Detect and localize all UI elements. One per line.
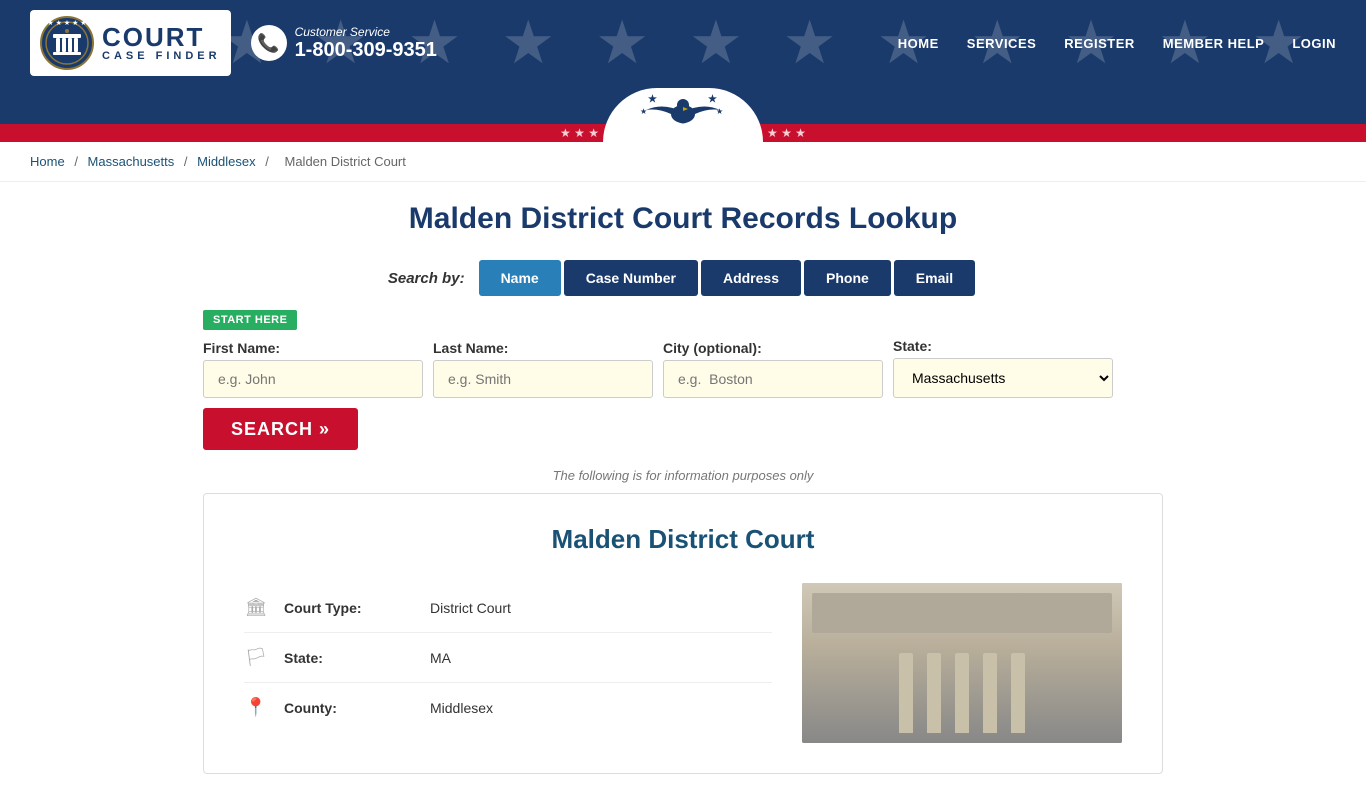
svg-text:★ ★ ★ ★ ★: ★ ★ ★ ★ ★ bbox=[47, 19, 86, 27]
city-label: City (optional): bbox=[663, 340, 883, 356]
nav-member-help[interactable]: MEMBER HELP bbox=[1163, 36, 1265, 51]
svg-text:★: ★ bbox=[708, 94, 717, 105]
building-icon: 🏛 bbox=[244, 597, 268, 618]
breadcrumb-home[interactable]: Home bbox=[30, 154, 65, 169]
column-5 bbox=[1011, 653, 1025, 733]
court-details: 🏛 Court Type: District Court 🏳 State: MA… bbox=[244, 583, 772, 743]
cs-label: Customer Service bbox=[295, 25, 437, 39]
header-left: ★ ★ ★ ★ ★ COURT CASE FINDER 📞 Customer S… bbox=[30, 10, 437, 76]
logo-court-label: COURT bbox=[102, 24, 221, 50]
breadcrumb-current: Malden District Court bbox=[285, 154, 406, 169]
tab-phone[interactable]: Phone bbox=[804, 260, 891, 296]
court-image-inner bbox=[802, 583, 1122, 743]
county-label: County: bbox=[284, 700, 414, 716]
customer-service: 📞 Customer Service 1-800-309-9351 bbox=[251, 25, 437, 62]
main-content: Malden District Court Records Lookup Sea… bbox=[183, 182, 1183, 794]
deco-star: ★ bbox=[689, 8, 743, 78]
state-group: State: Massachusetts Alabama Alaska Ariz… bbox=[893, 338, 1113, 398]
start-here-badge: START HERE bbox=[203, 310, 297, 330]
city-group: City (optional): bbox=[663, 340, 883, 398]
breadcrumb-sep: / bbox=[265, 154, 272, 169]
logo-text: COURT CASE FINDER bbox=[102, 24, 221, 62]
state-label-detail: State: bbox=[284, 650, 414, 666]
column-2 bbox=[927, 653, 941, 733]
state-label: State: bbox=[893, 338, 1113, 354]
search-by-row: Search by: Name Case Number Address Phon… bbox=[203, 260, 1163, 296]
state-select[interactable]: Massachusetts Alabama Alaska Arizona Cal… bbox=[893, 358, 1113, 398]
deco-star: ★ bbox=[501, 8, 555, 78]
county-value: Middlesex bbox=[430, 700, 493, 716]
header: ★ ★ ★ ★ ★ ★ ★ ★ ★ ★ ★ ★ ★ ★ ★ ★ ★ bbox=[0, 0, 1366, 86]
page-title: Malden District Court Records Lookup bbox=[203, 202, 1163, 236]
nav-register[interactable]: REGISTER bbox=[1064, 36, 1134, 51]
nav-home[interactable]: HOME bbox=[898, 36, 939, 51]
flag-icon: 🏳 bbox=[244, 647, 268, 668]
logo[interactable]: ★ ★ ★ ★ ★ COURT CASE FINDER bbox=[30, 10, 231, 76]
tab-name[interactable]: Name bbox=[479, 260, 561, 296]
state-row: 🏳 State: MA bbox=[244, 633, 772, 683]
deco-star: ★ bbox=[783, 8, 837, 78]
court-info-title: Malden District Court bbox=[244, 524, 1122, 555]
courthouse-top bbox=[812, 593, 1112, 633]
last-name-group: Last Name: bbox=[433, 340, 653, 398]
courthouse-columns bbox=[899, 653, 1025, 743]
tab-case-number[interactable]: Case Number bbox=[564, 260, 698, 296]
logo-case-finder-label: CASE FINDER bbox=[102, 50, 221, 62]
svg-text:★: ★ bbox=[716, 107, 723, 116]
tab-address[interactable]: Address bbox=[701, 260, 801, 296]
column-1 bbox=[899, 653, 913, 733]
nav-login[interactable]: LOGIN bbox=[1292, 36, 1336, 51]
last-name-label: Last Name: bbox=[433, 340, 653, 356]
column-3 bbox=[955, 653, 969, 733]
svg-text:★: ★ bbox=[640, 107, 647, 116]
county-row: 📍 County: Middlesex bbox=[244, 683, 772, 732]
cs-phone: 1-800-309-9351 bbox=[295, 39, 437, 62]
location-icon: 📍 bbox=[244, 697, 268, 718]
deco-star: ★ bbox=[595, 8, 649, 78]
court-info-box: Malden District Court 🏛 Court Type: Dist… bbox=[203, 493, 1163, 774]
phone-icon: 📞 bbox=[251, 25, 287, 61]
breadcrumb-sep: / bbox=[74, 154, 81, 169]
info-note: The following is for information purpose… bbox=[203, 468, 1163, 483]
court-type-label: Court Type: bbox=[284, 600, 414, 616]
tab-email[interactable]: Email bbox=[894, 260, 975, 296]
svg-text:★: ★ bbox=[648, 94, 657, 105]
search-button[interactable]: SEARCH » bbox=[203, 408, 358, 450]
breadcrumb: Home / Massachusetts / Middlesex / Malde… bbox=[0, 142, 1366, 182]
breadcrumb-sep: / bbox=[184, 154, 191, 169]
court-type-row: 🏛 Court Type: District Court bbox=[244, 583, 772, 633]
first-name-label: First Name: bbox=[203, 340, 423, 356]
court-type-value: District Court bbox=[430, 600, 511, 616]
court-image bbox=[802, 583, 1122, 743]
breadcrumb-middlesex[interactable]: Middlesex bbox=[197, 154, 256, 169]
header-nav: HOME SERVICES REGISTER MEMBER HELP LOGIN bbox=[898, 36, 1336, 51]
first-name-group: First Name: bbox=[203, 340, 423, 398]
cs-text: Customer Service 1-800-309-9351 bbox=[295, 25, 437, 62]
search-by-label: Search by: bbox=[388, 270, 465, 287]
nav-services[interactable]: SERVICES bbox=[967, 36, 1037, 51]
court-info-content: 🏛 Court Type: District Court 🏳 State: MA… bbox=[244, 583, 1122, 743]
last-name-input[interactable] bbox=[433, 360, 653, 398]
city-input[interactable] bbox=[663, 360, 883, 398]
breadcrumb-massachusetts[interactable]: Massachusetts bbox=[88, 154, 175, 169]
logo-seal-icon: ★ ★ ★ ★ ★ bbox=[40, 16, 94, 70]
column-4 bbox=[983, 653, 997, 733]
state-value: MA bbox=[430, 650, 451, 666]
search-form: First Name: Last Name: City (optional): … bbox=[203, 338, 1163, 450]
eagle-arch: ★ ★ ★ ★ bbox=[603, 88, 763, 142]
eagle-icon: ★ ★ ★ ★ bbox=[638, 92, 728, 130]
eagle-banner: ★ ★ ★ ★ ★ ★ ★ ★ ★ ★ bbox=[0, 86, 1366, 142]
first-name-input[interactable] bbox=[203, 360, 423, 398]
